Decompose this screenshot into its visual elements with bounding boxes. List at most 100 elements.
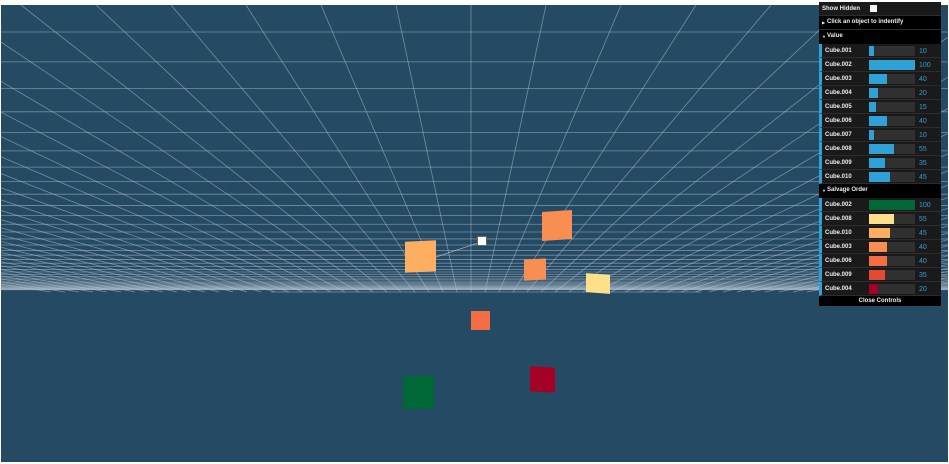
value_folder-row[interactable]: Cube.006 40 xyxy=(819,114,941,128)
floor-grid xyxy=(1,5,948,293)
row-label: Cube.008 xyxy=(825,216,852,222)
grid-line xyxy=(1,210,262,293)
slider-track[interactable] xyxy=(869,200,915,210)
value-readout[interactable]: 20 xyxy=(919,286,927,293)
salvage_folder-row[interactable]: Cube.003 40 xyxy=(819,240,941,254)
slider-track[interactable] xyxy=(869,144,915,154)
row-label: Cube.003 xyxy=(825,244,852,250)
identify-folder-title[interactable]: ▶ Click an object to indentify xyxy=(819,16,941,30)
value_folder-row[interactable]: Cube.007 10 xyxy=(819,128,941,142)
salvage-folder-title[interactable]: ▼ Salvage Order xyxy=(819,184,941,198)
value_folder-row[interactable]: Cube.001 10 xyxy=(819,44,941,58)
show-hidden-label: Show Hidden xyxy=(822,6,860,12)
slider-fill xyxy=(869,158,886,168)
value-readout[interactable]: 10 xyxy=(919,132,927,139)
slider-track[interactable] xyxy=(869,256,915,266)
grid-line xyxy=(1,41,374,293)
salvage_folder-row[interactable]: Cube.009 35 xyxy=(819,268,941,282)
grid-line xyxy=(1,241,206,293)
slider-track[interactable] xyxy=(869,242,915,252)
slider-track[interactable] xyxy=(869,270,915,280)
slider-fill xyxy=(869,46,874,56)
close-controls-button[interactable]: Close Controls xyxy=(819,296,941,306)
value_folder-row[interactable]: Cube.008 55 xyxy=(819,142,941,156)
show-hidden-checkbox[interactable] xyxy=(870,5,877,12)
cube-green[interactable] xyxy=(403,375,434,410)
slider-fill xyxy=(869,214,895,224)
value-readout[interactable]: 40 xyxy=(919,76,927,83)
slider-fill xyxy=(869,74,888,84)
value_folder-row[interactable]: Cube.002 100 xyxy=(819,58,941,72)
value-readout[interactable]: 55 xyxy=(919,146,927,153)
value-readout[interactable]: 40 xyxy=(919,244,927,251)
salvage_folder-row[interactable]: Cube.008 55 xyxy=(819,212,941,226)
cube-orange-near-marker[interactable] xyxy=(405,240,436,273)
value-readout[interactable]: 20 xyxy=(919,90,927,97)
salvage_folder-row[interactable]: Cube.002 100 xyxy=(819,198,941,212)
cube-white-marker[interactable] xyxy=(477,236,487,246)
slider-track[interactable] xyxy=(869,102,915,112)
value_folder-row[interactable]: Cube.010 45 xyxy=(819,170,941,184)
value-readout[interactable]: 35 xyxy=(919,272,927,279)
value_folder-row[interactable]: Cube.005 15 xyxy=(819,100,941,114)
row-label: Cube.010 xyxy=(825,230,852,236)
slider-track[interactable] xyxy=(869,284,915,294)
salvage_folder-row[interactable]: Cube.004 20 xyxy=(819,282,941,296)
slider-track[interactable] xyxy=(869,214,915,224)
slider-track[interactable] xyxy=(869,172,915,182)
value-readout[interactable]: 100 xyxy=(919,62,931,69)
salvage_folder-row[interactable]: Cube.006 40 xyxy=(819,254,941,268)
grid-line xyxy=(245,5,430,293)
controls-panel: Show Hidden ▶ Click an object to indenti… xyxy=(819,2,941,306)
cube-red-orange[interactable] xyxy=(471,311,490,330)
value_folder-row[interactable]: Cube.004 20 xyxy=(819,86,941,100)
value_folder-row[interactable]: Cube.003 40 xyxy=(819,72,941,86)
slider-track[interactable] xyxy=(869,46,915,56)
grid-line xyxy=(95,5,402,293)
value-readout[interactable]: 45 xyxy=(919,230,927,237)
row-label: Cube.004 xyxy=(825,90,852,96)
slider-fill xyxy=(869,228,890,238)
slider-fill xyxy=(869,200,915,210)
value-readout[interactable]: 10 xyxy=(919,48,927,55)
value-folder-title[interactable]: ▼ Value xyxy=(819,30,941,44)
row-label: Cube.004 xyxy=(825,286,852,292)
cube-orange-small[interactable] xyxy=(524,258,546,281)
salvage-folder-label: Salvage Order xyxy=(827,187,868,193)
grid-line xyxy=(1,187,290,293)
slider-track[interactable] xyxy=(869,130,915,140)
slider-track[interactable] xyxy=(869,88,915,98)
slider-fill xyxy=(869,130,874,140)
slider-track[interactable] xyxy=(869,116,915,126)
grid-line xyxy=(1,252,178,293)
3d-viewport[interactable] xyxy=(1,5,948,462)
identify-hint: Click an object to indentify xyxy=(827,19,904,25)
grid-line xyxy=(1,278,80,293)
cube-yellow[interactable] xyxy=(586,273,610,294)
cube-orange-upper[interactable] xyxy=(542,209,572,242)
slider-track[interactable] xyxy=(869,74,915,84)
slider-track[interactable] xyxy=(869,60,915,70)
grid-line xyxy=(1,173,304,293)
slider-track[interactable] xyxy=(869,158,915,168)
row-label: Cube.009 xyxy=(825,160,852,166)
grid-line xyxy=(1,261,150,293)
slider-fill xyxy=(869,60,915,70)
grid-line xyxy=(1,234,220,293)
value-readout[interactable]: 35 xyxy=(919,160,927,167)
show-hidden-row[interactable]: Show Hidden xyxy=(819,2,941,16)
row-label: Cube.002 xyxy=(825,202,852,208)
row-label: Cube.003 xyxy=(825,76,852,82)
cube-dark-red[interactable] xyxy=(530,366,555,393)
value-readout[interactable]: 100 xyxy=(919,202,931,209)
value-readout[interactable]: 45 xyxy=(919,174,927,181)
value-readout[interactable]: 55 xyxy=(919,216,927,223)
value-readout[interactable]: 40 xyxy=(919,118,927,125)
slider-track[interactable] xyxy=(869,228,915,238)
row-label: Cube.006 xyxy=(825,118,852,124)
value-readout[interactable]: 40 xyxy=(919,258,927,265)
grid-line xyxy=(526,5,772,293)
value-readout[interactable]: 15 xyxy=(919,104,927,111)
value_folder-row[interactable]: Cube.009 35 xyxy=(819,156,941,170)
salvage_folder-row[interactable]: Cube.010 45 xyxy=(819,226,941,240)
